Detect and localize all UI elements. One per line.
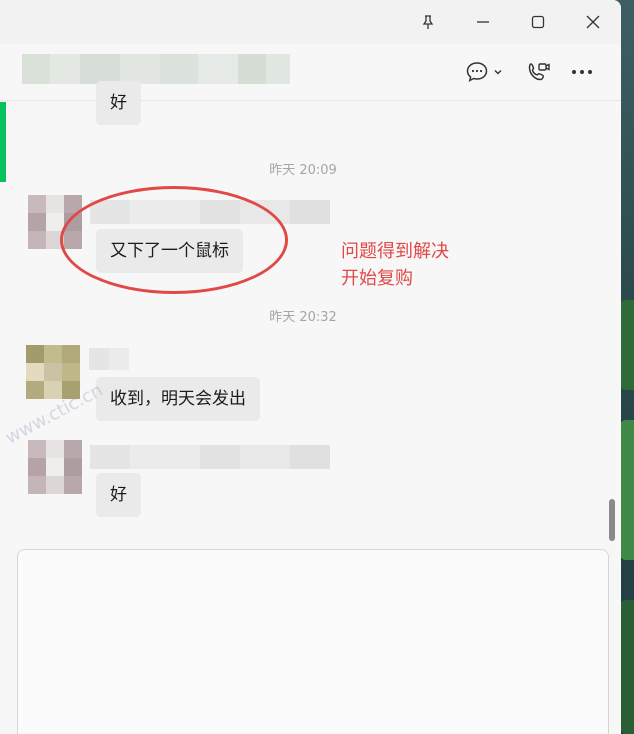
close-button[interactable] [577, 8, 609, 36]
close-icon [586, 15, 600, 29]
annotation-text: 开始复购 [341, 268, 413, 289]
message-scrollbar[interactable] [609, 499, 615, 541]
chat-window: 好 昨天 20:09 又下了一个鼠标 昨天 20:32 收到，明天会发出 好 [0, 0, 621, 734]
timestamp: 昨天 20:09 [269, 163, 337, 178]
background-plant [620, 420, 634, 560]
video-phone-icon [528, 63, 550, 81]
avatar[interactable] [28, 440, 82, 494]
pin-icon [422, 15, 434, 29]
annotation-text: 问题得到解决 [341, 241, 449, 262]
chat-menu-button[interactable] [462, 56, 506, 88]
minimize-icon [477, 21, 489, 23]
desktop-background: 好 昨天 20:09 又下了一个鼠标 昨天 20:32 收到，明天会发出 好 问… [0, 0, 634, 734]
background-plant [620, 300, 634, 390]
maximize-button[interactable] [522, 8, 554, 36]
message-bubble-incoming[interactable]: 好 [96, 81, 141, 125]
avatar[interactable] [26, 345, 80, 399]
maximize-icon [531, 15, 545, 29]
background-plant [620, 600, 634, 734]
message-list[interactable]: 好 昨天 20:09 又下了一个鼠标 昨天 20:32 收到，明天会发出 好 [0, 81, 606, 541]
message-bubble-incoming[interactable]: 好 [96, 473, 141, 517]
sender-name-redacted [90, 445, 330, 469]
more-icon [572, 70, 592, 74]
chat-header [0, 44, 621, 101]
timestamp: 昨天 20:32 [269, 310, 337, 325]
message-bubble-incoming[interactable]: 收到，明天会发出 [96, 377, 260, 421]
title-bar [0, 0, 621, 44]
chat-bubble-icon [466, 62, 488, 82]
more-button[interactable] [566, 56, 598, 88]
minimize-button[interactable] [467, 8, 499, 36]
call-button[interactable] [522, 56, 554, 88]
pin-button[interactable] [412, 8, 444, 36]
message-input[interactable] [17, 549, 609, 734]
chevron-down-icon [494, 70, 502, 75]
sender-name-redacted [89, 348, 129, 370]
annotation-circle [60, 186, 288, 294]
contact-name-redacted [22, 54, 290, 84]
